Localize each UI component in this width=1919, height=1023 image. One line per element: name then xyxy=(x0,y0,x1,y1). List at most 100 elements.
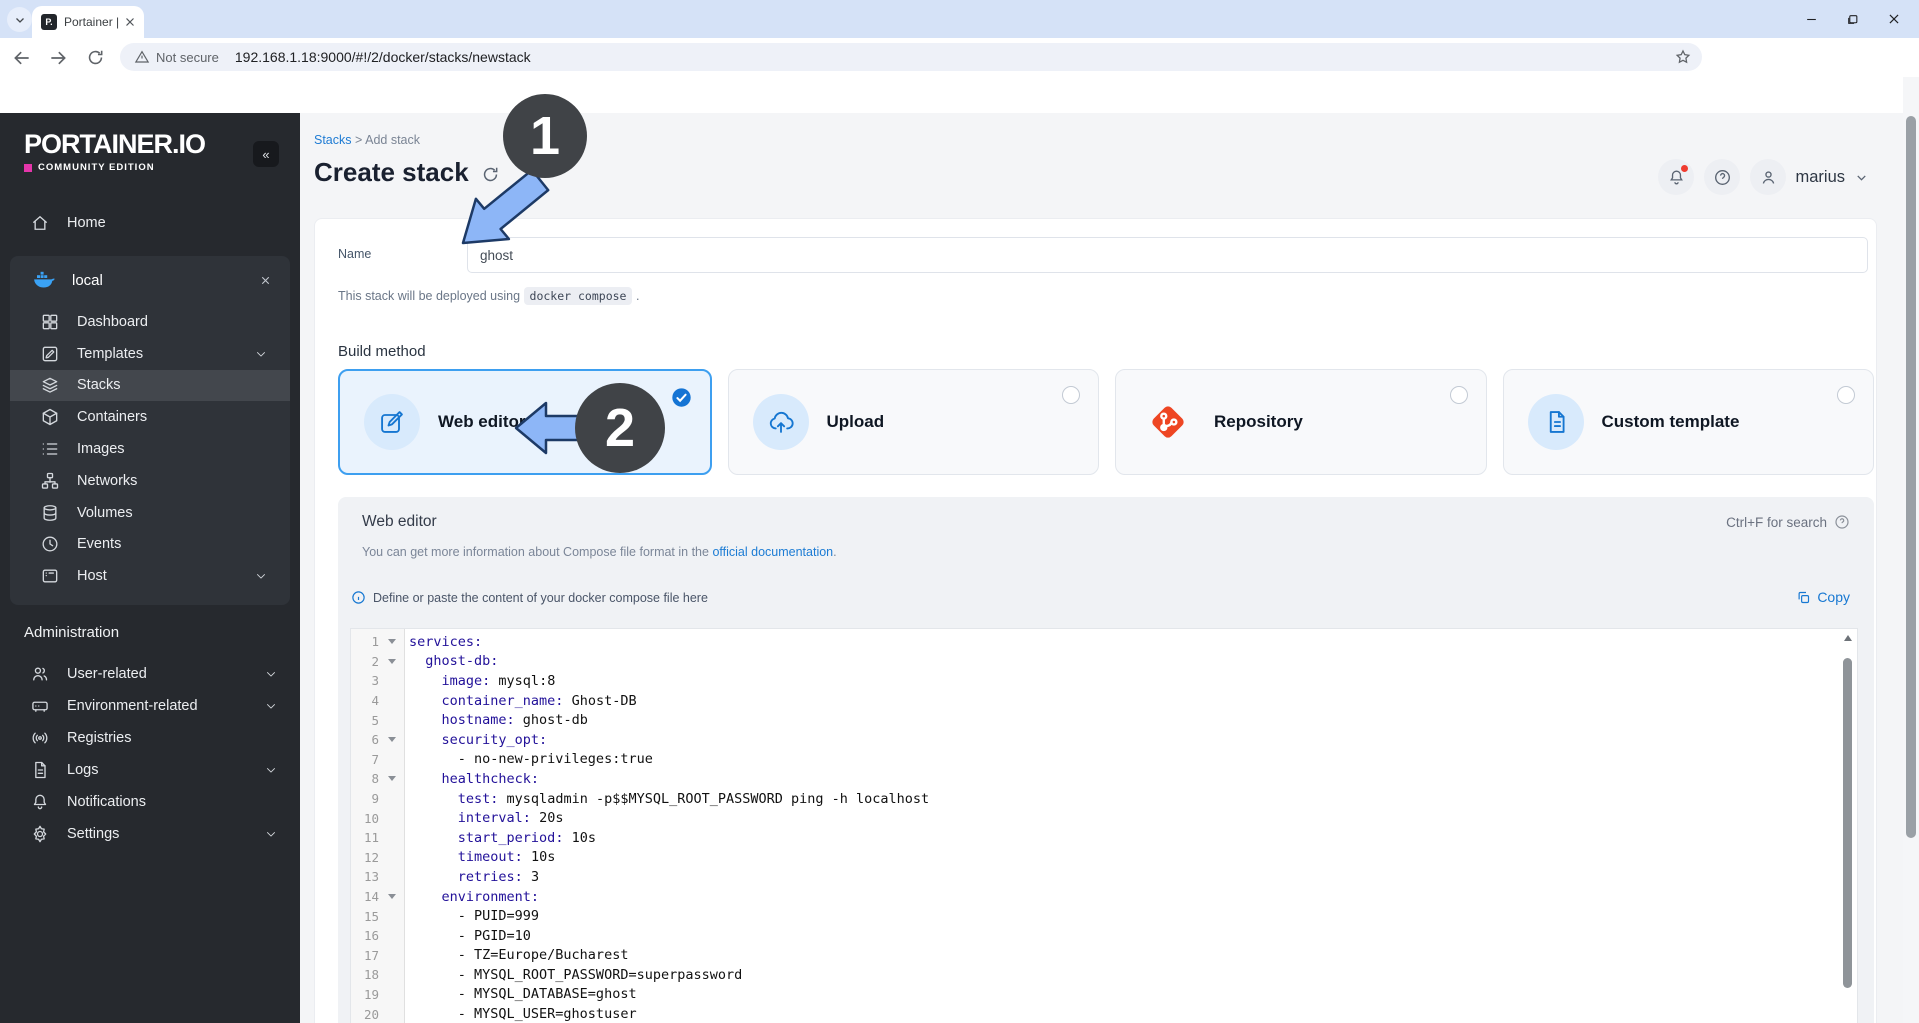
copy-icon xyxy=(1796,590,1811,605)
editor-line[interactable]: 12 timeout: 10s xyxy=(351,848,1841,868)
editor-line[interactable]: 2 ghost-db: xyxy=(351,652,1841,672)
build-method-upload[interactable]: Upload xyxy=(728,369,1100,475)
question-circle-icon[interactable] xyxy=(1834,514,1850,530)
compose-code-editor[interactable]: 1services:2 ghost-db:3 image: mysql:84 c… xyxy=(350,628,1858,1023)
editor-line[interactable]: 15 - PUID=999 xyxy=(351,906,1841,926)
chevron-down-icon xyxy=(254,347,268,361)
editor-line[interactable]: 18 - MYSQL_ROOT_PASSWORD=superpassword xyxy=(351,965,1841,985)
line-number: 15 xyxy=(351,909,379,924)
sidebar-item-notifications[interactable]: Notifications xyxy=(0,786,300,818)
editor-line[interactable]: 6 security_opt: xyxy=(351,730,1841,750)
stacks-icon xyxy=(40,375,60,395)
help-button[interactable] xyxy=(1704,159,1740,195)
build-method-heading: Build method xyxy=(338,343,426,360)
user-menu[interactable]: marius xyxy=(1750,159,1869,195)
edition-square-icon xyxy=(24,164,32,172)
upload-icon xyxy=(753,394,809,450)
sidebar-collapse-button[interactable]: « xyxy=(253,141,279,167)
sidebar-item-stacks[interactable]: Stacks xyxy=(10,370,290,402)
stack-name-input[interactable] xyxy=(467,237,1868,273)
selected-check-icon[interactable] xyxy=(671,387,692,408)
sidebar-item-logs[interactable]: Logs xyxy=(0,754,300,786)
sidebar-item-images[interactable]: Images xyxy=(10,433,290,465)
page-scrollbar[interactable] xyxy=(1903,77,1919,1023)
editor-line[interactable]: 16 - PGID=10 xyxy=(351,926,1841,946)
editor-line[interactable]: 13 retries: 3 xyxy=(351,867,1841,887)
editor-line[interactable]: 19 - MYSQL_DATABASE=ghost xyxy=(351,985,1841,1005)
not-secure-chip[interactable]: Not secure xyxy=(134,49,219,65)
line-number: 19 xyxy=(351,987,379,1002)
sidebar-item-volumes[interactable]: Volumes xyxy=(10,497,290,529)
fold-arrow-icon[interactable] xyxy=(379,659,405,664)
official-documentation-link[interactable]: official documentation xyxy=(712,545,833,559)
editor-line[interactable]: 17 - TZ=Europe/Bucharest xyxy=(351,946,1841,966)
environment-local[interactable]: local xyxy=(10,256,290,300)
window-minimize-icon[interactable] xyxy=(1805,13,1818,26)
sidebar-item-environment-related[interactable]: Environment-related xyxy=(0,690,300,722)
breadcrumb-stacks-link[interactable]: Stacks xyxy=(314,133,352,147)
portainer-logo[interactable]: PORTAINER.IO COMMUNITY EDITION xyxy=(24,129,205,173)
create-stack-card: Name This stack will be deployed using d… xyxy=(314,218,1877,1023)
editor-line[interactable]: 4 container_name: Ghost-DB xyxy=(351,691,1841,711)
fold-arrow-icon[interactable] xyxy=(379,737,405,742)
template-icon xyxy=(1528,394,1584,450)
line-number: 10 xyxy=(351,811,379,826)
radio-unselected-icon[interactable] xyxy=(1837,386,1855,404)
sidebar-item-home[interactable]: Home xyxy=(0,206,300,240)
sidebar-item-dashboard[interactable]: Dashboard xyxy=(10,306,290,338)
fold-arrow-icon[interactable] xyxy=(379,776,405,781)
sidebar-item-user-related[interactable]: User-related xyxy=(0,658,300,690)
images-icon xyxy=(40,439,60,459)
editor-line[interactable]: 9 test: mysqladmin -p$$MYSQL_ROOT_PASSWO… xyxy=(351,789,1841,809)
tab-search-button[interactable] xyxy=(7,7,32,32)
editor-line[interactable]: 5 hostname: ghost-db xyxy=(351,710,1841,730)
reload-button[interactable] xyxy=(82,45,108,71)
bookmark-star-icon[interactable] xyxy=(1674,48,1692,66)
browser-tab[interactable]: P. Portainer | lo xyxy=(32,6,144,38)
build-method-repository[interactable]: Repository xyxy=(1115,369,1487,475)
forward-button[interactable] xyxy=(45,45,71,71)
window-close-icon[interactable] xyxy=(1887,12,1901,26)
scroll-up-arrow-icon[interactable] xyxy=(1844,635,1852,641)
editor-line[interactable]: 7 - no-new-privileges:true xyxy=(351,750,1841,770)
editor-line[interactable]: 8 healthcheck: xyxy=(351,769,1841,789)
editor-scrollbar-thumb[interactable] xyxy=(1843,658,1852,988)
sidebar-item-host[interactable]: Host xyxy=(10,560,290,592)
editor-line[interactable]: 20 - MYSQL_USER=ghostuser xyxy=(351,1004,1841,1023)
tab-close-icon[interactable] xyxy=(122,15,138,29)
page-scrollbar-thumb[interactable] xyxy=(1906,116,1916,838)
notifications-bell-button[interactable] xyxy=(1658,159,1694,195)
containers-icon xyxy=(40,407,60,427)
radio-unselected-icon[interactable] xyxy=(1062,386,1080,404)
editor-line[interactable]: 14 environment: xyxy=(351,887,1841,907)
editor-line[interactable]: 3 image: mysql:8 xyxy=(351,671,1841,691)
editor-line[interactable]: 1services: xyxy=(351,632,1841,652)
sidebar-item-networks[interactable]: Networks xyxy=(10,465,290,497)
compose-info-text: You can get more information about Compo… xyxy=(362,545,837,559)
build-method-custom-template[interactable]: Custom template xyxy=(1503,369,1875,475)
line-number: 13 xyxy=(351,869,379,884)
editor-line[interactable]: 10 interval: 20s xyxy=(351,808,1841,828)
repo-icon xyxy=(1140,394,1196,450)
url-bar[interactable]: Not secure 192.168.1.18:9000/#!/2/docker… xyxy=(120,43,1702,71)
copy-button[interactable]: Copy xyxy=(1796,589,1850,605)
line-number: 3 xyxy=(351,673,379,688)
editor-line[interactable]: 11 start_period: 10s xyxy=(351,828,1841,848)
radio-unselected-icon[interactable] xyxy=(1450,386,1468,404)
sidebar-item-settings[interactable]: Settings xyxy=(0,818,300,850)
home-icon xyxy=(30,213,50,233)
back-button[interactable] xyxy=(9,45,35,71)
editor-scrollbar[interactable] xyxy=(1842,632,1854,1020)
sidebar-item-containers[interactable]: Containers xyxy=(10,401,290,433)
chevron-down-icon xyxy=(264,699,278,713)
environment-close-icon[interactable] xyxy=(259,274,272,287)
window-maximize-icon[interactable] xyxy=(1846,13,1859,26)
sidebar-item-registries[interactable]: Registries xyxy=(0,722,300,754)
annotation-arrow-1 xyxy=(448,170,558,255)
fold-arrow-icon[interactable] xyxy=(379,639,405,644)
fold-arrow-icon[interactable] xyxy=(379,894,405,899)
sidebar-item-templates[interactable]: Templates xyxy=(10,338,290,370)
settings-icon xyxy=(30,824,50,844)
url-text: 192.168.1.18:9000/#!/2/docker/stacks/new… xyxy=(235,49,531,65)
sidebar-item-events[interactable]: Events xyxy=(10,529,290,561)
